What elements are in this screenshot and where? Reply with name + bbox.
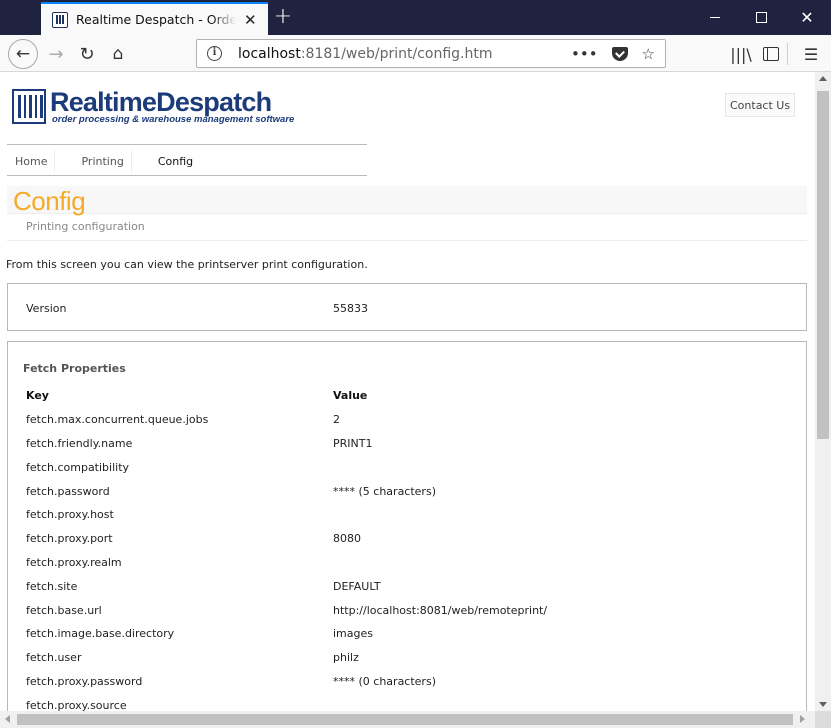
nav-divider-bottom [7,175,367,176]
hamburger-menu-icon[interactable]: ☰ [796,39,826,69]
key-column-header: Key [26,389,49,402]
breadcrumb-nav: Home Printing Config [8,150,219,172]
page-subtitle: Printing configuration [26,220,145,233]
sidebar-toggle-icon[interactable] [756,39,786,69]
property-value: 8080 [333,532,361,545]
page-content: RealtimeDespatch order processing & ware… [0,72,815,711]
close-tab-icon[interactable]: ✕ [244,11,257,29]
value-column-header: Value [333,389,368,402]
back-button[interactable]: ← [8,39,38,69]
title-band [7,186,807,214]
property-key: fetch.password [26,485,110,498]
logo[interactable]: RealtimeDespatch order processing & ware… [12,87,294,127]
logo-tagline: order processing & warehouse management … [52,114,295,125]
scroll-up-icon[interactable] [819,76,827,81]
nav-config[interactable]: Config [151,150,200,172]
property-key: fetch.proxy.source [26,699,127,711]
forward-button[interactable]: → [41,39,71,69]
property-key: fetch.proxy.password [26,675,143,688]
fetch-properties-panel: Fetch Properties Key Value fetch.max.con… [7,341,807,711]
page-actions-icon[interactable]: ••• [571,45,598,63]
toolbar-divider [787,43,788,65]
property-key: fetch.user [26,651,82,664]
version-value: 55833 [333,302,368,315]
new-tab-button[interactable]: + [272,4,294,30]
horizontal-scroll-thumb[interactable] [17,714,793,725]
scrollbar-corner [815,711,831,728]
contact-us-link[interactable]: Contact Us [725,93,796,117]
bookmark-star-icon[interactable]: ☆ [642,45,655,63]
property-key: fetch.proxy.realm [26,556,122,569]
property-value: images [333,627,373,640]
property-value: philz [333,651,359,664]
scroll-down-icon[interactable] [819,702,827,707]
horizontal-scrollbar[interactable] [0,711,815,728]
maximize-button[interactable] [738,0,784,35]
property-value: http://localhost:8081/web/remoteprint/ [333,604,548,617]
property-key: fetch.site [26,580,78,593]
property-value: **** (0 characters) [333,675,436,688]
home-button[interactable]: ⌂ [103,39,133,69]
property-key: fetch.proxy.host [26,508,114,521]
intro-text: From this screen you can view the prints… [6,258,368,271]
browser-tab[interactable]: Realtime Despatch - Order processing & w… [41,2,268,35]
property-value: **** (5 characters) [333,485,436,498]
subtitle-divider [7,240,807,241]
url-path: :8181/web/print/config.htm [300,45,493,62]
barcode-logo-icon [12,89,46,124]
url-host: localhost [238,45,301,62]
pocket-icon[interactable] [611,46,628,61]
scroll-left-icon[interactable] [5,715,10,723]
browser-titlebar: Realtime Despatch - Order processing & w… [0,0,831,35]
property-key: fetch.max.concurrent.queue.jobs [26,413,209,426]
scroll-right-icon[interactable] [800,715,805,723]
minimize-button[interactable] [692,0,738,35]
vertical-scroll-thumb[interactable] [817,91,829,439]
page-title: Config [13,186,86,216]
address-bar[interactable]: i localhost:8181/web/print/config.htm ••… [196,39,666,68]
tab-title: Realtime Despatch - Order processing & w… [76,12,236,27]
close-window-button[interactable]: ✕ [784,0,830,35]
browser-toolbar: ← → ↻ ⌂ i localhost:8181/web/print/confi… [0,35,831,72]
library-icon[interactable]: |||\ [726,39,756,69]
property-key: fetch.base.url [26,604,102,617]
version-panel: Version 55833 [7,283,807,331]
favicon-icon [52,11,68,28]
property-key: fetch.image.base.directory [26,627,175,640]
section-title: Fetch Properties [23,362,126,375]
info-icon[interactable]: i [207,46,222,61]
nav-printing[interactable]: Printing [74,150,132,172]
vertical-scrollbar[interactable] [815,72,831,711]
property-value: PRINT1 [333,437,373,450]
reload-button[interactable]: ↻ [72,39,102,69]
nav-divider-top [7,144,367,145]
property-key: fetch.friendly.name [26,437,133,450]
property-value: DEFAULT [333,580,381,593]
property-value: 2 [333,413,340,426]
version-label: Version [26,302,67,315]
nav-home[interactable]: Home [8,150,56,172]
property-key: fetch.compatibility [26,461,130,474]
property-key: fetch.proxy.port [26,532,113,545]
